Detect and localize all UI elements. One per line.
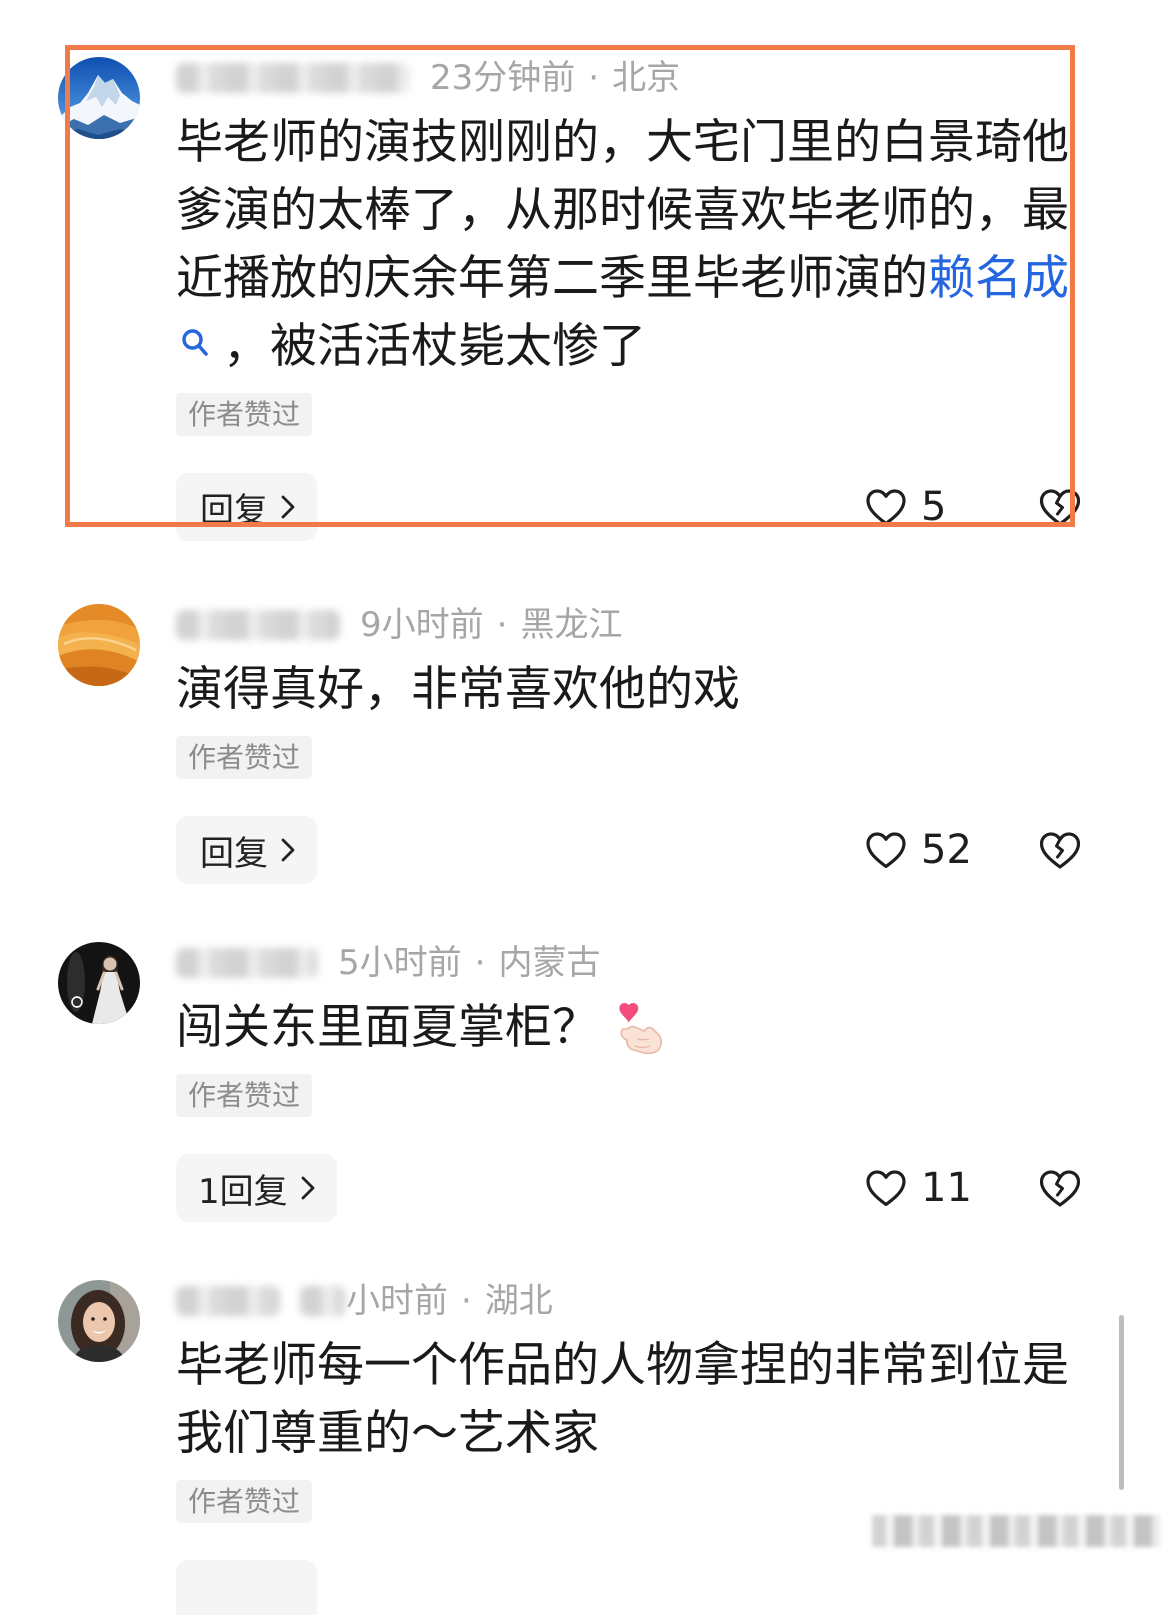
comment-list-screen: 23分钟前 · 北京 毕老师的演技刚刚的，大宅门里的白景琦他爹演的太棒了，从那时… <box>0 0 1169 1615</box>
avatar[interactable] <box>58 604 140 686</box>
like-button[interactable]: 5 <box>865 473 946 541</box>
heart-icon <box>866 489 906 526</box>
comment-body: 23分钟前 · 北京 毕老师的演技刚刚的，大宅门里的白景琦他爹演的太棒了，从那时… <box>176 58 1086 541</box>
comment-text: 闯关东里面夏掌柜？ <box>176 994 1076 1062</box>
search-icon[interactable] <box>176 313 223 381</box>
reply-button[interactable]: 1回复 <box>176 1154 337 1222</box>
author-liked-badge: 作者赞过 <box>176 736 313 779</box>
meta-separator: · <box>496 605 508 645</box>
comment-text: 演得真好，非常喜欢他的戏 <box>176 656 1076 724</box>
dislike-button[interactable] <box>1037 1154 1083 1222</box>
avatar-image <box>58 604 140 686</box>
comment-location: 黑龙江 <box>520 605 623 645</box>
broken-heart-icon <box>1039 832 1081 869</box>
reply-button[interactable]: 回复 <box>176 473 317 541</box>
username-blurred[interactable] <box>176 1286 280 1316</box>
keyword-link[interactable]: 赖名成 <box>928 251 1069 306</box>
comment-text-main: 闯关东里面夏掌柜？ <box>176 1000 599 1055</box>
chevron-right-icon <box>301 1176 315 1200</box>
reply-label: 1回复 <box>198 1171 288 1212</box>
reply-label: 回复 <box>200 490 268 531</box>
reply-button[interactable]: 回复 <box>176 816 317 884</box>
finger-heart-emoji <box>619 1002 663 1054</box>
reply-button[interactable] <box>176 1560 317 1615</box>
avatar[interactable] <box>58 57 140 139</box>
comment-body: 9小时前 · 黑龙江 演得真好，非常喜欢他的戏 作者赞过 回复 52 <box>176 605 1086 884</box>
comment-meta: 23分钟前 · 北京 <box>176 58 1086 98</box>
heart-icon <box>866 1170 906 1207</box>
comment-time: 23分钟前 <box>430 58 576 98</box>
comment-actions: 1回复 11 <box>176 1154 1086 1222</box>
meta-separator: · <box>588 58 600 98</box>
search-icon-glyph <box>182 329 208 356</box>
avatar-image <box>58 57 140 139</box>
broken-heart-icon <box>1039 1170 1081 1207</box>
heart-icon <box>866 832 906 869</box>
meta-separator: · <box>474 943 486 983</box>
author-liked-badge: 作者赞过 <box>176 1480 313 1523</box>
comment-body: 小时前 · 湖北 毕老师每一个作品的人物拿捏的非常到位是我们尊重的～艺术家 作者… <box>176 1281 1086 1615</box>
comment-time: 5小时前 <box>338 943 462 983</box>
like-count: 11 <box>921 1165 972 1211</box>
watermark <box>872 1515 1160 1547</box>
badge-row: 作者赞过 <box>176 736 1086 779</box>
username-blurred[interactable] <box>176 610 340 640</box>
badge-row: 作者赞过 <box>176 393 1086 436</box>
comment-location: 湖北 <box>484 1281 553 1321</box>
comment-actions: 回复 52 <box>176 816 1086 884</box>
author-liked-badge: 作者赞过 <box>176 1074 313 1117</box>
comment-actions <box>176 1560 1086 1615</box>
finger-heart-icon <box>613 999 667 1059</box>
like-button[interactable]: 52 <box>865 816 972 884</box>
chevron-right-icon <box>281 495 295 519</box>
dislike-button[interactable] <box>1037 473 1083 541</box>
time-number-blurred <box>300 1286 346 1316</box>
username-blurred[interactable] <box>176 63 410 93</box>
broken-heart-icon <box>1039 489 1081 526</box>
chevron-right-icon <box>281 838 295 862</box>
comment-time: 9小时前 <box>360 605 484 645</box>
reply-label: 回复 <box>200 833 268 874</box>
comment-text-main: 演得真好，非常喜欢他的戏 <box>176 662 740 717</box>
like-count: 52 <box>921 827 972 873</box>
comment-body: 5小时前 · 内蒙古 闯关东里面夏掌柜？ 作者赞过 1回复 11 <box>176 943 1086 1222</box>
comment-meta: 9小时前 · 黑龙江 <box>176 605 1086 645</box>
avatar[interactable] <box>58 1280 140 1362</box>
comment-text-tail: ，被活活杖毙太惨了 <box>223 319 646 374</box>
comment-text: 毕老师的演技刚刚的，大宅门里的白景琦他爹演的太棒了，从那时候喜欢毕老师的，最近播… <box>176 109 1076 381</box>
comment-meta: 小时前 · 湖北 <box>176 1281 1086 1321</box>
dislike-button[interactable] <box>1037 816 1083 884</box>
username-blurred[interactable] <box>176 948 318 978</box>
meta-separator: · <box>461 1281 472 1321</box>
comment-text: 毕老师每一个作品的人物拿捏的非常到位是我们尊重的～艺术家 <box>176 1332 1076 1468</box>
author-liked-badge: 作者赞过 <box>176 393 313 436</box>
avatar-image <box>58 1280 140 1362</box>
avatar-image <box>58 942 140 1024</box>
like-count: 5 <box>921 484 947 530</box>
scrollbar[interactable] <box>1119 1315 1124 1490</box>
comment-location: 内蒙古 <box>498 943 601 983</box>
comment-time: 小时前 <box>346 1281 448 1321</box>
avatar[interactable] <box>58 942 140 1024</box>
comment-location: 北京 <box>612 58 681 98</box>
badge-row: 作者赞过 <box>176 1074 1086 1117</box>
like-button[interactable]: 11 <box>865 1154 972 1222</box>
comment-text-main: 毕老师每一个作品的人物拿捏的非常到位是我们尊重的～艺术家 <box>176 1338 1069 1461</box>
comment-meta: 5小时前 · 内蒙古 <box>176 943 1086 983</box>
comment-actions: 回复 5 <box>176 473 1086 541</box>
